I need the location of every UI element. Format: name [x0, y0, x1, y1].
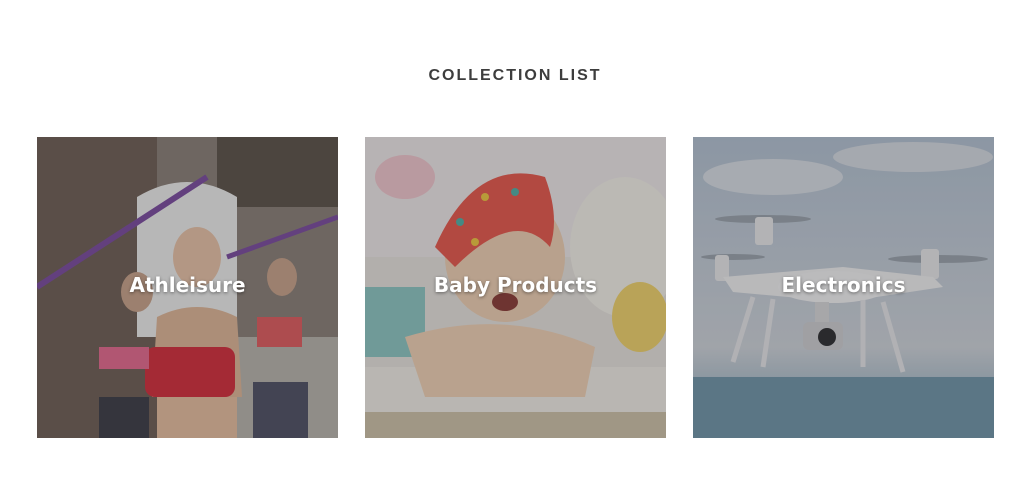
collection-card-athleisure[interactable]: Athleisure	[37, 137, 338, 438]
collection-grid: Athleisure Baby Products Electronics	[37, 137, 994, 438]
collection-label-electronics: Electronics	[781, 273, 906, 297]
collection-label-baby-products: Baby Products	[433, 273, 598, 297]
collection-card-electronics[interactable]: Electronics	[693, 137, 994, 438]
section-title: COLLECTION LIST	[428, 67, 602, 84]
collection-label-athleisure: Athleisure	[129, 273, 246, 297]
collection-card-baby-products[interactable]: Baby Products	[365, 137, 666, 438]
